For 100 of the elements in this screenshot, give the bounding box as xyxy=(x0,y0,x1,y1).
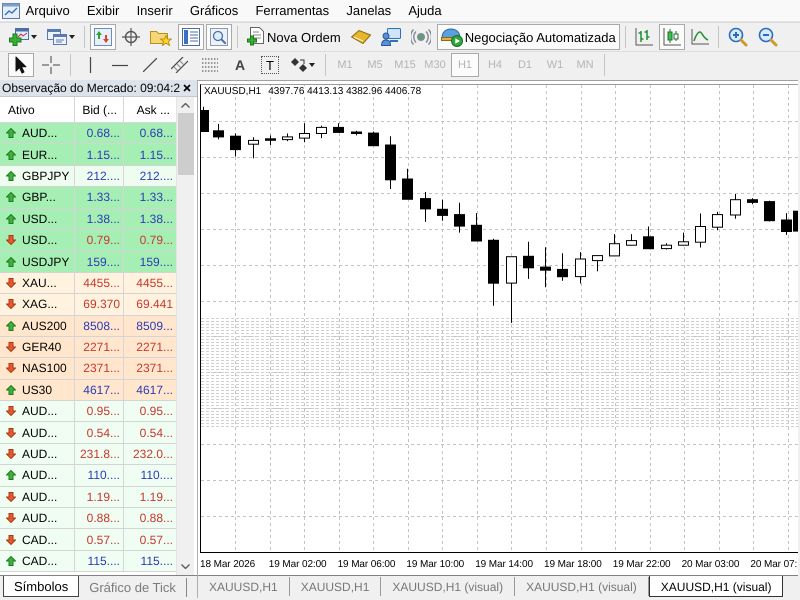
quote-row[interactable]: GBP... 1.33... 1.33... xyxy=(0,187,176,209)
chevron-up-icon[interactable] xyxy=(181,103,190,108)
quote-row[interactable]: XAU... 4455... 4455... xyxy=(0,272,176,294)
scrollbar[interactable] xyxy=(176,97,194,575)
symbol-name: AUD... xyxy=(22,468,58,482)
panel-tab[interactable]: Símbolos xyxy=(3,576,80,597)
chart-symbol: XAUUSD,H1 xyxy=(204,86,262,97)
quote-row[interactable]: AUS200 8508... 8509... xyxy=(0,316,176,337)
menu-item[interactable]: Arquivo xyxy=(17,1,78,20)
trend-line-icon xyxy=(143,58,157,72)
ask-cell-text: 0.57... xyxy=(138,532,174,549)
close-icon[interactable] xyxy=(183,84,191,92)
quote-row[interactable]: AUD... 0.88... 0.88... xyxy=(0,508,176,530)
chart-tab[interactable]: XAUUSD,H1 (visual) xyxy=(648,576,784,597)
symbol-name: AUD... xyxy=(22,126,58,140)
chart-tab[interactable]: XAUUSD,H1 xyxy=(198,577,290,596)
zoom-out-icon xyxy=(758,27,778,47)
quote-row[interactable]: EUR... 1.15... 1.15... xyxy=(0,144,176,166)
auto-trading-button[interactable]: Negociação Automatizada xyxy=(436,24,620,50)
up-candle xyxy=(299,122,310,143)
symbol-name: USD... xyxy=(22,233,58,248)
scrollbar-thumb[interactable] xyxy=(178,113,194,175)
line-chart-icon xyxy=(690,29,709,45)
chevron-down-icon[interactable] xyxy=(181,564,190,569)
menu-item[interactable]: Exibir xyxy=(78,1,128,20)
up-candle xyxy=(609,234,620,257)
down-candle xyxy=(265,134,276,146)
bid-cell: 0.95... xyxy=(75,401,124,422)
user-monitor-icon xyxy=(380,28,401,46)
time-label: 20 Mar 03:00 xyxy=(682,558,740,570)
quote-row[interactable]: GBPJPY 212.... 212.... xyxy=(0,166,176,188)
down-candle xyxy=(385,136,396,190)
quote-row[interactable]: XAG... 69.370 69.441 xyxy=(0,294,176,316)
time-label: 19 Mar 10:00 xyxy=(406,558,464,570)
bid-cell: 8508... xyxy=(75,316,124,336)
quote-row[interactable]: NAS100 2371... 2371... xyxy=(0,358,176,380)
bid-cell: 212.... xyxy=(75,166,124,186)
symbol-name: USDJPY xyxy=(22,254,70,269)
quote-row[interactable]: GER40 2271... 2271... xyxy=(0,336,176,358)
down-candle xyxy=(437,199,448,222)
windows-icon xyxy=(47,29,67,45)
toolbar-button[interactable] xyxy=(8,53,34,77)
up-candle xyxy=(316,125,327,139)
column-header[interactable]: Bid (... xyxy=(75,97,124,122)
bid-cell: 2371... xyxy=(75,358,124,379)
down-candle xyxy=(454,202,465,234)
down-candle xyxy=(368,131,379,146)
column-header[interactable]: Ativo xyxy=(0,97,75,122)
quote-row[interactable]: AUD... 0.54... 0.54... xyxy=(0,422,176,444)
menu-item[interactable]: Inserir xyxy=(128,1,182,20)
up-candle xyxy=(695,213,706,248)
quote-row[interactable]: AUD... 110.... 110.... xyxy=(0,465,176,487)
symbol-name: NAS100 xyxy=(22,361,67,376)
up-candle xyxy=(592,254,603,272)
time-label: 20 Mar 07: xyxy=(750,558,798,570)
column-header[interactable]: Ask ... xyxy=(124,97,176,122)
folder-star-icon xyxy=(150,28,172,46)
list-window-icon xyxy=(182,28,200,46)
quote-row[interactable]: US30 4617... 4617... xyxy=(0,380,176,402)
quote-row[interactable]: USDJPY 159.... 159.... xyxy=(0,251,176,273)
signal-waves-icon xyxy=(410,28,431,46)
panel-tab[interactable]: Gráfico de Tick xyxy=(79,578,187,597)
chart-window-icon[interactable] xyxy=(2,2,20,18)
bid-cell: 115.... xyxy=(75,550,124,572)
quote-row[interactable]: AUD... 1.19... 1.19... xyxy=(0,486,176,508)
symbol-name: AUD... xyxy=(22,426,58,440)
ask-cell-text: 2371... xyxy=(135,360,174,378)
quote-row[interactable]: AUD... 231.8... 232.0... xyxy=(0,444,176,466)
chart-tab[interactable]: XAUUSD,H1 (visual) xyxy=(381,577,516,596)
down-candle xyxy=(201,106,209,132)
toolbar-button[interactable] xyxy=(658,24,685,50)
down-candle xyxy=(402,168,413,200)
quote-row[interactable]: USD... 0.79... 0.79... xyxy=(0,230,176,252)
text-label-button[interactable]: T xyxy=(261,56,279,74)
book-icon xyxy=(350,30,371,44)
ask-cell-text: 1.15... xyxy=(138,146,174,164)
ask-cell-text: 0.88... xyxy=(138,510,174,528)
bid-cell: 4617... xyxy=(75,380,124,400)
menu-item[interactable]: Ajuda xyxy=(400,1,450,20)
chart-tab[interactable]: XAUUSD,H1 xyxy=(290,577,382,596)
menu-item[interactable]: Janelas xyxy=(338,1,400,20)
bid-cell: 159.... xyxy=(75,251,124,272)
quote-row[interactable]: CAD... 0.57... 0.57... xyxy=(0,529,176,551)
bid-cell: 1.38... xyxy=(75,208,124,229)
menu-item[interactable]: Gráficos xyxy=(181,1,247,20)
symbol-name: GER40 xyxy=(22,340,62,354)
time-label: 19 Mar 18:00 xyxy=(544,558,602,570)
down-candle xyxy=(523,241,534,280)
menu-item[interactable]: Ferramentas xyxy=(246,1,338,20)
quote-row[interactable]: USD... 1.38... 1.38... xyxy=(0,208,176,230)
quote-row[interactable]: AUD... 0.95... 0.95... xyxy=(0,401,176,422)
time-label: 19 Mar 02:00 xyxy=(268,558,327,570)
up-candle xyxy=(575,252,586,284)
quote-row[interactable]: CAD... 115.... 115.... xyxy=(0,550,176,572)
quote-row[interactable]: AUD... 0.68... 0.68... xyxy=(0,123,176,144)
bid-cell: 1.15... xyxy=(75,144,124,165)
horizontal-line-icon xyxy=(112,64,128,66)
text-tool-button[interactable]: A xyxy=(227,53,253,77)
new-order-button[interactable]: Nova Ordem xyxy=(243,24,345,50)
down-candle xyxy=(764,200,775,222)
